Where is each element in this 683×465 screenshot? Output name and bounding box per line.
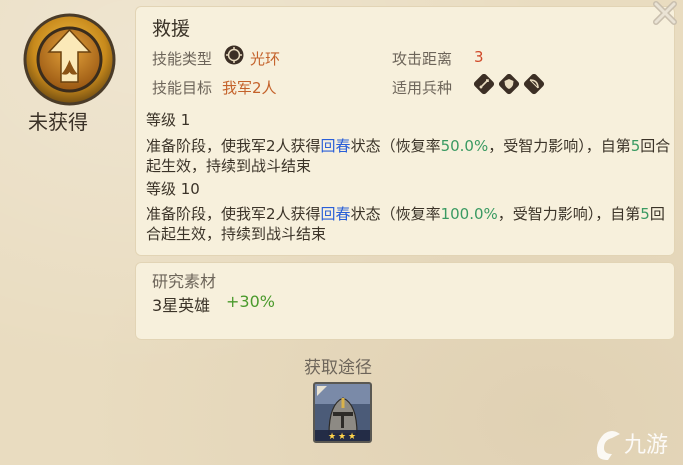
close-icon[interactable]	[648, 0, 682, 30]
hero-card[interactable]: ★ ★ ★	[313, 382, 372, 443]
bow-icon	[523, 74, 545, 95]
skill-title: 救援	[152, 18, 191, 40]
skill-target-label: 技能目标	[152, 79, 213, 97]
keyword-rejuvenation: 回春	[320, 205, 351, 223]
svg-text:★: ★	[328, 432, 336, 441]
level-10-description: 准备阶段，使我军2人获得回春状态（恢复率100.0%，受智力影响），自第5回合起…	[146, 205, 665, 243]
heal-rate-value: 50.0%	[440, 137, 489, 155]
attack-range-label: 攻击距离	[392, 50, 453, 68]
skill-target-value: 我军2人	[222, 79, 277, 97]
attack-range-value: 3	[474, 48, 484, 66]
level-1-description: 准备阶段，使我军2人获得回春状态（恢复率50.0%，受智力影响），自第5回合起生…	[146, 137, 671, 175]
obtain-method-title: 获取途径	[304, 358, 372, 378]
heal-rate-value: 100.0%	[440, 205, 498, 223]
shield-icon	[498, 74, 520, 95]
level-1-label: 等级 1	[146, 111, 191, 129]
research-bonus-value: +30%	[226, 292, 275, 311]
level-10-label: 等级 10	[146, 180, 200, 198]
skill-type-value: 光环	[250, 50, 281, 68]
skill-type-label: 技能类型	[152, 50, 213, 68]
turn-value: 5	[640, 205, 650, 223]
svg-text:九游: 九游	[624, 433, 668, 458]
aura-icon	[224, 45, 244, 65]
knight-portrait-icon: ★ ★ ★	[315, 384, 370, 441]
skill-rescue-icon	[23, 13, 116, 106]
troop-type-label: 适用兵种	[392, 79, 453, 97]
research-material-title: 研究素材	[152, 272, 217, 291]
research-hero-requirement: 3星英雄	[152, 296, 211, 315]
jiuyou-logo-watermark: 九游	[596, 431, 668, 460]
sword-icon	[474, 74, 495, 95]
troop-type-icons	[474, 74, 545, 95]
turn-value: 5	[630, 137, 641, 155]
keyword-rejuvenation: 回春	[320, 137, 351, 155]
skill-status-label: 未获得	[28, 110, 88, 134]
svg-text:★: ★	[338, 432, 346, 441]
svg-text:★: ★	[348, 432, 356, 441]
